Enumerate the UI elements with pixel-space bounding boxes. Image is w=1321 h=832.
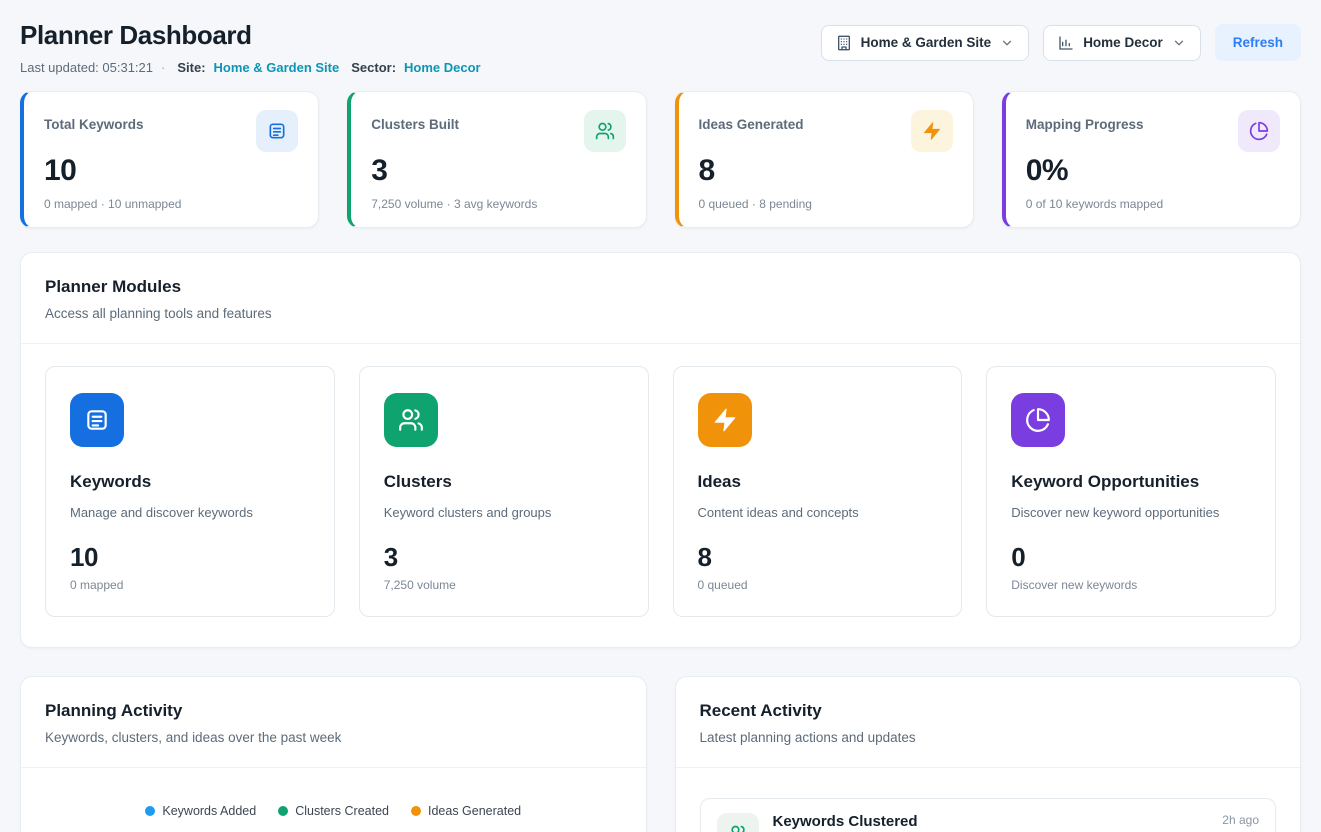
module-description: Keyword clusters and groups — [384, 505, 624, 520]
site-label: Site: — [177, 60, 205, 75]
panel-title: Recent Activity — [700, 701, 1277, 721]
pie-chart-icon — [1238, 110, 1280, 152]
recent-activity-panel: Recent Activity Latest planning actions … — [675, 676, 1302, 832]
activity-item-keywords-clustered[interactable]: Keywords Clustered 2h ago 3 new clusters… — [700, 798, 1277, 832]
module-card-ideas[interactable]: Ideas Content ideas and concepts 8 0 que… — [673, 366, 963, 617]
planner-modules-panel: Planner Modules Access all planning tool… — [20, 252, 1301, 648]
stat-sub: 0 queued · 8 pending — [699, 197, 953, 211]
activity-item-title: Keywords Clustered — [773, 813, 918, 830]
header-controls: Home & Garden Site Home Decor Refresh — [821, 20, 1301, 61]
chevron-down-icon — [1000, 36, 1014, 50]
legend-dot-orange — [411, 806, 421, 816]
stat-value: 8 — [699, 154, 953, 188]
stat-card-total-keywords: Total Keywords 10 0 mapped · 10 unmapped — [20, 91, 319, 228]
planning-activity-header: Planning Activity Keywords, clusters, an… — [21, 677, 646, 768]
recent-activity-header: Recent Activity Latest planning actions … — [676, 677, 1301, 768]
panel-subtitle: Keywords, clusters, and ideas over the p… — [45, 730, 622, 745]
module-card-keywords[interactable]: Keywords Manage and discover keywords 10… — [45, 366, 335, 617]
separator-dot: · — [161, 60, 165, 75]
legend-label: Ideas Generated — [428, 804, 521, 818]
sector-selector-label: Home Decor — [1083, 35, 1163, 50]
panel-subtitle: Latest planning actions and updates — [700, 730, 1277, 745]
module-sub: Discover new keywords — [1011, 578, 1251, 592]
panel-title: Planner Modules — [45, 277, 1276, 297]
last-updated-text: Last updated: 05:31:21 — [20, 60, 153, 75]
building-icon — [836, 35, 852, 51]
users-icon — [384, 393, 438, 447]
header-subtitle: Last updated: 05:31:21 · Site: Home & Ga… — [20, 60, 481, 75]
legend-label: Clusters Created — [295, 804, 389, 818]
site-selector-dropdown[interactable]: Home & Garden Site — [821, 25, 1030, 61]
stat-value: 10 — [44, 154, 298, 188]
stats-row: Total Keywords 10 0 mapped · 10 unmapped… — [20, 91, 1301, 228]
legend-label: Keywords Added — [162, 804, 256, 818]
panel-subtitle: Access all planning tools and features — [45, 306, 1276, 321]
legend-item-ideas-generated: Ideas Generated — [411, 804, 521, 818]
module-sub: 0 mapped — [70, 578, 310, 592]
module-description: Manage and discover keywords — [70, 505, 310, 520]
stat-value: 3 — [371, 154, 625, 188]
module-value: 3 — [384, 542, 624, 573]
sector-selector-dropdown[interactable]: Home Decor — [1043, 25, 1201, 61]
module-sub: 0 queued — [698, 578, 938, 592]
chevron-down-icon — [1172, 36, 1186, 50]
module-title: Keywords — [70, 472, 310, 492]
stat-sub: 0 of 10 keywords mapped — [1026, 197, 1280, 211]
site-link[interactable]: Home & Garden Site — [214, 60, 340, 75]
stat-label: Ideas Generated — [699, 110, 804, 132]
module-card-keyword-opportunities[interactable]: Keyword Opportunities Discover new keywo… — [986, 366, 1276, 617]
refresh-button[interactable]: Refresh — [1215, 24, 1301, 61]
legend-dot-blue — [145, 806, 155, 816]
sector-label: Sector: — [351, 60, 396, 75]
planner-dashboard-page: Planner Dashboard Last updated: 05:31:21… — [0, 0, 1321, 832]
module-description: Discover new keyword opportunities — [1011, 505, 1251, 520]
legend-item-clusters-created: Clusters Created — [278, 804, 389, 818]
recent-activity-body: Keywords Clustered 2h ago 3 new clusters… — [676, 768, 1301, 832]
module-description: Content ideas and concepts — [698, 505, 938, 520]
activity-item-main: Keywords Clustered 2h ago 3 new clusters… — [773, 813, 1260, 832]
stat-card-mapping-progress: Mapping Progress 0% 0 of 10 keywords map… — [1002, 91, 1301, 228]
stat-label: Total Keywords — [44, 110, 144, 132]
module-value: 10 — [70, 542, 310, 573]
stat-label: Mapping Progress — [1026, 110, 1144, 132]
legend-item-keywords-added: Keywords Added — [145, 804, 256, 818]
document-icon — [70, 393, 124, 447]
module-value: 0 — [1011, 542, 1251, 573]
module-title: Keyword Opportunities — [1011, 472, 1251, 492]
sector-link[interactable]: Home Decor — [404, 60, 481, 75]
module-title: Ideas — [698, 472, 938, 492]
stat-value: 0% — [1026, 154, 1280, 188]
users-icon — [584, 110, 626, 152]
module-card-clusters[interactable]: Clusters Keyword clusters and groups 3 7… — [359, 366, 649, 617]
module-sub: 7,250 volume — [384, 578, 624, 592]
pie-chart-icon — [1011, 393, 1065, 447]
stat-sub: 0 mapped · 10 unmapped — [44, 197, 298, 211]
planner-modules-header: Planner Modules Access all planning tool… — [21, 253, 1300, 344]
modules-grid: Keywords Manage and discover keywords 10… — [21, 344, 1300, 647]
stat-label: Clusters Built — [371, 110, 459, 132]
module-title: Clusters — [384, 472, 624, 492]
stat-card-ideas-generated: Ideas Generated 8 0 queued · 8 pending — [675, 91, 974, 228]
bottom-row: Planning Activity Keywords, clusters, an… — [20, 676, 1301, 832]
planning-activity-body: Keywords Added Clusters Created Ideas Ge… — [21, 768, 646, 832]
lightning-icon — [698, 393, 752, 447]
page-header: Planner Dashboard Last updated: 05:31:21… — [20, 20, 1301, 75]
module-value: 8 — [698, 542, 938, 573]
document-icon — [256, 110, 298, 152]
planning-activity-panel: Planning Activity Keywords, clusters, an… — [20, 676, 647, 832]
stat-card-clusters-built: Clusters Built 3 7,250 volume · 3 avg ke… — [347, 91, 646, 228]
stat-sub: 7,250 volume · 3 avg keywords — [371, 197, 625, 211]
panel-title: Planning Activity — [45, 701, 622, 721]
bar-chart-icon — [1058, 35, 1074, 51]
legend-dot-green — [278, 806, 288, 816]
chart-legend: Keywords Added Clusters Created Ideas Ge… — [45, 804, 622, 818]
lightning-icon — [911, 110, 953, 152]
page-title: Planner Dashboard — [20, 20, 481, 51]
header-left: Planner Dashboard Last updated: 05:31:21… — [20, 20, 481, 75]
site-selector-label: Home & Garden Site — [861, 35, 992, 50]
users-icon — [717, 813, 759, 832]
activity-item-time: 2h ago — [1222, 813, 1259, 827]
